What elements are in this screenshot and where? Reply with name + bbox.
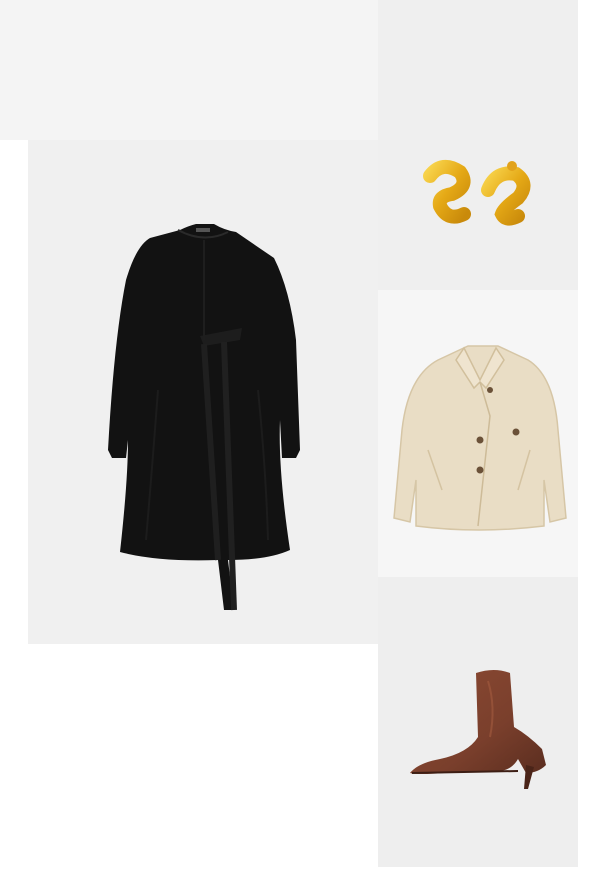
product-tile-earrings[interactable] — [378, 0, 578, 290]
product-tile-boot[interactable] — [378, 577, 578, 867]
outfit-collage — [0, 0, 606, 875]
boot-image — [410, 670, 546, 789]
blank-tile — [0, 0, 378, 140]
earrings-image — [423, 159, 531, 226]
jacket-image — [393, 345, 567, 531]
dress-image — [108, 224, 300, 611]
product-tile-jacket[interactable] — [378, 290, 578, 577]
right-gutter — [578, 0, 606, 875]
product-tile-dress[interactable] — [28, 140, 378, 644]
